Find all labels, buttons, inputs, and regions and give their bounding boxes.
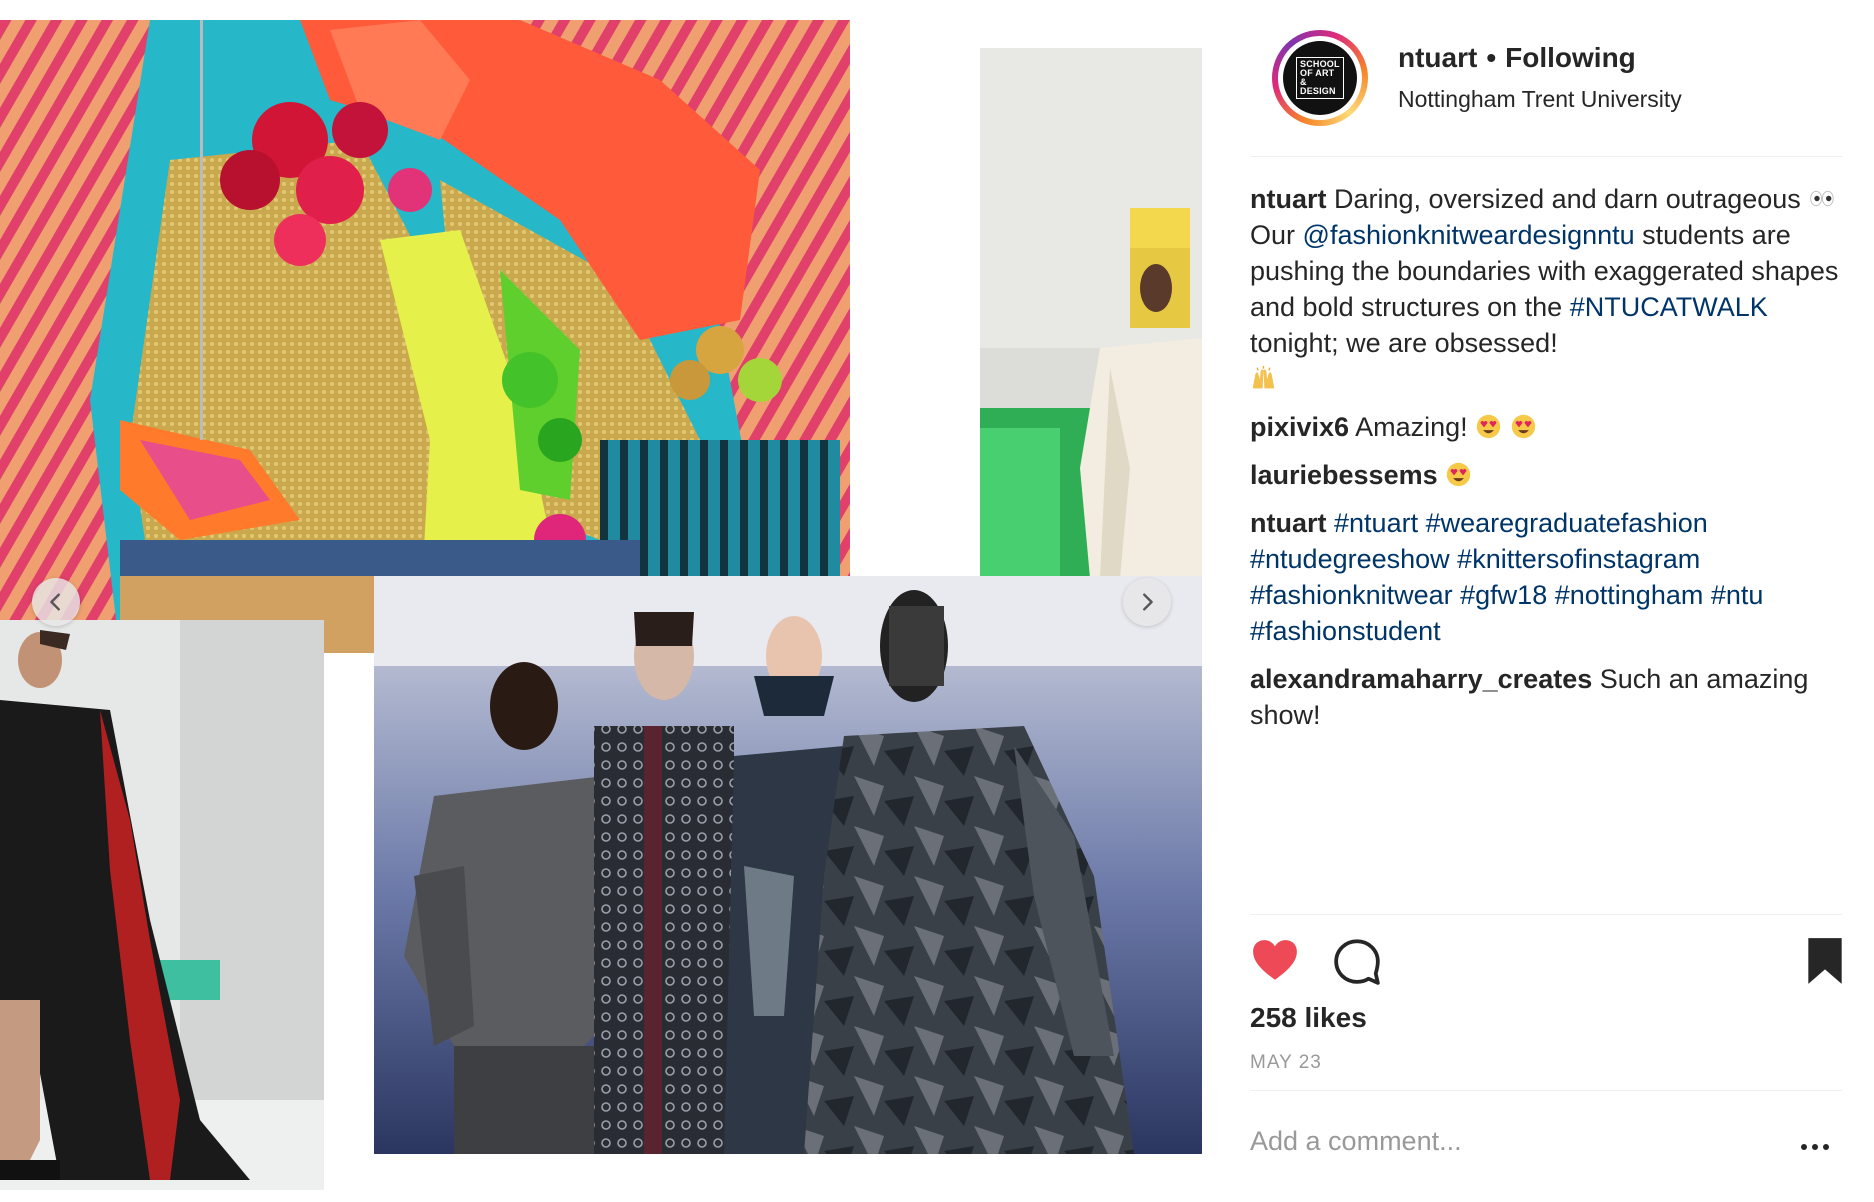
comment-username-link[interactable]: pixivix6 [1250, 412, 1349, 442]
chevron-right-icon [1143, 593, 1153, 611]
chevron-left-icon [50, 593, 60, 611]
caption-text: tonight; we are obsessed! [1250, 328, 1558, 358]
comment-text: Amazing! [1355, 412, 1468, 442]
hashtag-link[interactable]: #wearegraduatefashion [1426, 508, 1708, 538]
post-header: SCHOOL OF ART & DESIGN ntuart • Following … [1250, 28, 1810, 128]
divider [1250, 156, 1842, 157]
carousel-next-button[interactable] [1123, 578, 1171, 626]
comment-item: pixivix6 Amazing! [1250, 409, 1846, 445]
knitwear-closeup-photo [0, 20, 850, 653]
divider [1250, 1090, 1842, 1091]
header-user-line: ntuart • Following [1398, 42, 1636, 74]
hashtag-link[interactable]: #gfw18 [1460, 580, 1547, 610]
bookmark-filled-icon [1808, 938, 1842, 984]
header-username-link[interactable]: ntuart [1398, 42, 1477, 73]
heart-eyes-emoji-icon [1511, 414, 1535, 439]
caption-username-link[interactable]: ntuart [1250, 184, 1327, 214]
black-knit-gown-photo [0, 620, 324, 1190]
caption: ntuart Daring, oversized and darn outrag… [1250, 181, 1846, 397]
mention-link[interactable]: @fashionknitweardesignntu [1303, 220, 1635, 250]
cream-knit-model-photo [980, 48, 1202, 578]
hashtag-link[interactable]: #fashionknitwear [1250, 580, 1453, 610]
comment-button[interactable] [1332, 936, 1382, 986]
like-button[interactable] [1250, 936, 1300, 986]
divider [1250, 914, 1842, 915]
likes-count[interactable]: 258 likes [1250, 1002, 1367, 1034]
separator-dot: • [1486, 42, 1497, 73]
eyes-emoji-icon [1810, 190, 1834, 207]
hashtag-link[interactable]: #ntu [1711, 580, 1764, 610]
more-options-button[interactable] [1795, 1132, 1835, 1162]
dark-knitwear-models-photo [374, 576, 1202, 1154]
hashtag-link[interactable]: #nottingham [1555, 580, 1704, 610]
comment-item: lauriebessems [1250, 457, 1846, 493]
speech-bubble-icon [1334, 939, 1380, 985]
heart-eyes-emoji-icon [1476, 414, 1501, 439]
caption-text: Daring, oversized and darn outrageous [1334, 184, 1801, 214]
comment-username-link[interactable]: ntuart [1250, 508, 1327, 538]
avatar[interactable]: SCHOOL OF ART & DESIGN [1278, 36, 1362, 120]
logo-text-line: & DESIGN [1300, 77, 1336, 96]
hashtag-link[interactable]: #NTUCATWALK [1570, 292, 1768, 322]
school-logo: SCHOOL OF ART & DESIGN [1283, 41, 1357, 115]
hashtag-link[interactable]: #ntudegreeshow [1250, 544, 1450, 574]
location-link[interactable]: Nottingham Trent University [1398, 86, 1682, 113]
story-ring[interactable]: SCHOOL OF ART & DESIGN [1272, 30, 1368, 126]
heart-eyes-emoji-icon [1446, 462, 1471, 487]
hashtag-link[interactable]: #ntuart [1334, 508, 1418, 538]
caption-text: Our [1250, 220, 1296, 250]
comment-username-link[interactable]: lauriebessems [1250, 460, 1438, 490]
post-actions-bar [1250, 936, 1846, 988]
comment-username-link[interactable]: alexandramaharry_creates [1250, 664, 1592, 694]
hashtag-link[interactable]: #fashionstudent [1250, 616, 1441, 646]
save-button[interactable] [1800, 936, 1850, 986]
hashtag-link[interactable]: #knittersofinstagram [1457, 544, 1700, 574]
add-comment-input[interactable] [1250, 1126, 1770, 1157]
ellipsis-icon [1801, 1144, 1829, 1150]
comments-list: ntuart Daring, oversized and darn outrag… [1250, 181, 1846, 745]
carousel-prev-button[interactable] [32, 578, 80, 626]
comment-item: alexandramaharry_creates Such an amazing… [1250, 661, 1846, 733]
following-button[interactable]: Following [1505, 42, 1636, 73]
post-media-carousel[interactable] [0, 0, 1220, 1202]
comment-item: ntuart #ntuart #wearegraduatefashion #nt… [1250, 505, 1846, 649]
raising-hands-emoji-icon [1252, 365, 1275, 389]
heart-filled-icon [1253, 940, 1297, 980]
post-details-panel: SCHOOL OF ART & DESIGN ntuart • Following … [1220, 0, 1874, 1202]
post-date[interactable]: MAY 23 [1250, 1052, 1322, 1074]
